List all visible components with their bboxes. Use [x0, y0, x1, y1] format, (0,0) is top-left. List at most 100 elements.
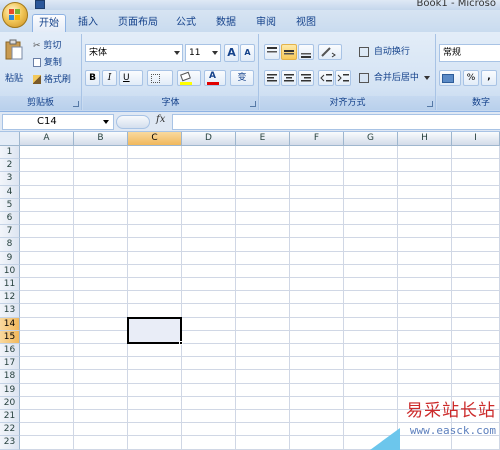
row-header-1[interactable]: 1	[0, 146, 20, 160]
office-button[interactable]	[2, 2, 28, 28]
row-header-21[interactable]: 21	[0, 410, 20, 424]
alignment-launcher-icon[interactable]	[427, 101, 433, 107]
format-painter-button[interactable]: 格式刷	[32, 71, 78, 85]
paint-bucket-icon	[180, 71, 191, 82]
row-header-12[interactable]: 12	[0, 291, 20, 305]
orientation-button[interactable]	[318, 44, 342, 60]
bold-button[interactable]: B	[85, 70, 100, 86]
font-size-value: 11	[189, 48, 201, 58]
font-name-select[interactable]: 宋体	[85, 44, 183, 62]
align-middle-button[interactable]	[281, 44, 297, 60]
shrink-font-button[interactable]: A	[240, 44, 255, 62]
align-top-button[interactable]	[264, 44, 280, 60]
row-header-13[interactable]: 13	[0, 304, 20, 318]
select-all-button[interactable]	[0, 132, 20, 146]
selected-cell[interactable]	[127, 316, 182, 344]
row-header-6[interactable]: 6	[0, 212, 20, 226]
comma-icon: ,	[487, 72, 491, 82]
text-orientation-icon	[321, 47, 336, 58]
align-right-icon	[301, 74, 311, 82]
column-header-f[interactable]: F	[290, 132, 344, 146]
number-format-select[interactable]: 常规	[439, 44, 500, 62]
gridline-horizontal	[20, 316, 500, 318]
row-header-23[interactable]: 23	[0, 436, 20, 450]
copy-button[interactable]: 复制	[32, 54, 78, 68]
chevron-down-icon	[174, 51, 180, 55]
align-right-button[interactable]	[298, 70, 314, 86]
formula-bar-handle[interactable]	[116, 115, 150, 129]
row-header-15[interactable]: 15	[0, 330, 20, 344]
percent-button[interactable]: %	[463, 70, 479, 86]
row-header-22[interactable]: 22	[0, 423, 20, 437]
font-color-button[interactable]: A	[204, 70, 226, 86]
row-header-10[interactable]: 10	[0, 264, 20, 278]
decrease-indent-button[interactable]	[318, 70, 334, 86]
column-header-a[interactable]: A	[20, 132, 74, 146]
row-header-7[interactable]: 7	[0, 225, 20, 239]
row-header-5[interactable]: 5	[0, 198, 20, 212]
paste-label: 粘贴	[5, 74, 24, 84]
paintbrush-icon	[33, 75, 41, 84]
row-header-19[interactable]: 19	[0, 383, 20, 397]
row-header-20[interactable]: 20	[0, 396, 20, 410]
gridline-horizontal	[20, 250, 500, 252]
column-header-e[interactable]: E	[236, 132, 290, 146]
font-color-icon: A	[209, 71, 216, 81]
increase-indent-button[interactable]	[335, 70, 351, 86]
column-header-i[interactable]: I	[452, 132, 500, 146]
formula-input[interactable]	[172, 114, 500, 130]
italic-button[interactable]: I	[102, 70, 117, 86]
fill-color-button[interactable]	[177, 70, 201, 86]
column-header-g[interactable]: G	[344, 132, 398, 146]
cut-button[interactable]: ✂ 剪切	[32, 37, 78, 52]
row-header-8[interactable]: 8	[0, 238, 20, 252]
tab-page-layout[interactable]: 页面布局	[112, 14, 164, 32]
gridline-horizontal	[20, 158, 500, 160]
font-size-select[interactable]: 11	[185, 44, 221, 62]
grow-font-button[interactable]: A	[224, 44, 239, 62]
tab-view[interactable]: 视图	[290, 14, 322, 32]
row-header-18[interactable]: 18	[0, 370, 20, 384]
row-header-16[interactable]: 16	[0, 344, 20, 358]
tab-insert[interactable]: 插入	[72, 14, 104, 32]
scissors-icon: ✂	[33, 40, 41, 51]
row-header-9[interactable]: 9	[0, 251, 20, 265]
merge-center-button[interactable]: 合并后居中	[358, 70, 434, 86]
number-group-label: 数字	[437, 96, 500, 110]
column-header-h[interactable]: H	[398, 132, 452, 146]
column-header-d[interactable]: D	[182, 132, 236, 146]
row-header-14[interactable]: 14	[0, 317, 20, 331]
row-header-3[interactable]: 3	[0, 172, 20, 186]
column-header-c[interactable]: C	[128, 132, 182, 146]
accounting-format-button[interactable]	[439, 70, 461, 86]
align-left-button[interactable]	[264, 70, 280, 86]
tab-data[interactable]: 数据	[210, 14, 242, 32]
tab-formulas[interactable]: 公式	[170, 14, 202, 32]
bold-icon: B	[89, 73, 96, 83]
font-launcher-icon[interactable]	[250, 101, 256, 107]
fill-color-swatch	[180, 82, 192, 85]
column-header-b[interactable]: B	[74, 132, 128, 146]
gridline-vertical	[73, 146, 74, 450]
row-header-17[interactable]: 17	[0, 357, 20, 371]
underline-button[interactable]: U	[119, 70, 143, 86]
gridline-horizontal	[20, 369, 500, 371]
gridline-horizontal	[20, 184, 500, 186]
fill-handle[interactable]	[179, 341, 183, 345]
tab-review[interactable]: 审阅	[250, 14, 282, 32]
name-box[interactable]: C14	[2, 114, 114, 130]
row-header-2[interactable]: 2	[0, 159, 20, 173]
borders-button[interactable]	[147, 70, 173, 86]
wrap-text-button[interactable]: 自动换行	[358, 44, 434, 60]
comma-button[interactable]: ,	[481, 70, 497, 86]
save-icon[interactable]	[35, 0, 45, 9]
insert-function-icon[interactable]: fx	[156, 114, 165, 125]
clipboard-launcher-icon[interactable]	[73, 101, 79, 107]
phonetic-button[interactable]: 变	[230, 70, 254, 86]
align-center-button[interactable]	[281, 70, 297, 86]
align-bottom-button[interactable]	[298, 44, 314, 60]
row-header-4[interactable]: 4	[0, 185, 20, 199]
tab-home[interactable]: 开始	[32, 14, 66, 32]
row-header-11[interactable]: 11	[0, 278, 20, 292]
paste-button[interactable]: 粘贴	[2, 36, 26, 86]
